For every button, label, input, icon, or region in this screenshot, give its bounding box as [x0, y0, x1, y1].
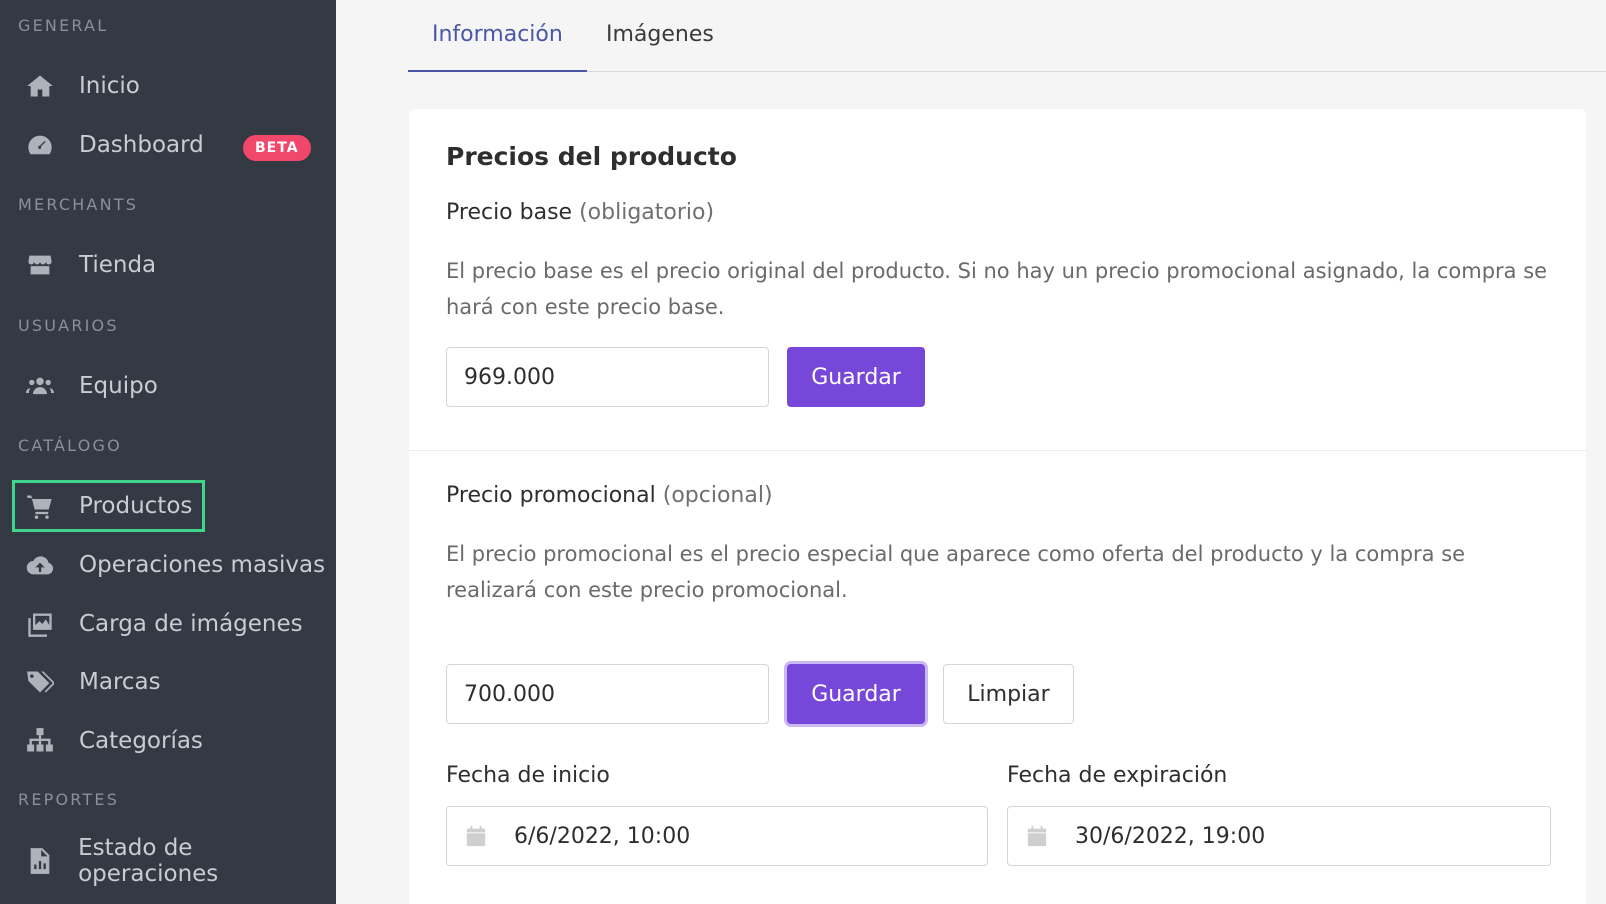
file-report-icon — [23, 844, 56, 878]
section-label-catalogo: CATÁLOGO — [18, 436, 122, 455]
sidebar-item-categorias[interactable]: Categorías — [12, 715, 206, 767]
sidebar-item-label: Equipo — [79, 373, 158, 399]
images-icon — [23, 607, 57, 641]
beta-badge: BETA — [243, 135, 311, 161]
promo-price-description: El precio promocional es el precio espec… — [446, 542, 1466, 602]
sidebar-item-operaciones-masivas[interactable]: Operaciones masivas — [12, 539, 328, 591]
tab-bar: Información Imágenes — [408, 0, 1606, 72]
save-base-price-button[interactable]: Guardar — [787, 347, 925, 407]
tags-icon — [23, 665, 57, 699]
cart-icon — [23, 489, 57, 523]
promo-price-qualifier: (opcional) — [662, 483, 773, 508]
users-icon — [23, 369, 57, 403]
sidebar-item-marcas[interactable]: Marcas — [12, 656, 164, 708]
sidebar-item-label: Tienda — [79, 252, 157, 278]
tab-informacion[interactable]: Información — [408, 22, 587, 72]
end-date-field[interactable]: 30/6/2022, 19:00 — [1007, 806, 1551, 866]
tab-imagenes[interactable]: Imágenes — [582, 22, 738, 72]
promo-price-label-text: Precio promocional — [446, 483, 656, 508]
card-title: Precios del producto — [446, 142, 737, 171]
section-label-general: GENERAL — [18, 16, 109, 35]
home-icon — [23, 69, 57, 103]
store-icon — [23, 248, 57, 282]
pricing-card: Precios del producto Precio base (obliga… — [409, 109, 1586, 904]
end-date-value: 30/6/2022, 19:00 — [1075, 823, 1266, 849]
sidebar: GENERAL Inicio Dashboard BETA MERCHANTS … — [0, 0, 336, 904]
base-price-qualifier: (obligatorio) — [579, 200, 715, 225]
sidebar-item-label: Productos — [79, 493, 193, 519]
sidebar-item-carga-imagenes[interactable]: Carga de imágenes — [12, 598, 306, 650]
base-price-label-text: Precio base — [446, 200, 573, 225]
sidebar-item-label: Carga de imágenes — [79, 611, 303, 637]
start-date-value: 6/6/2022, 10:00 — [514, 823, 691, 849]
sidebar-item-dashboard[interactable]: Dashboard — [12, 119, 207, 171]
clear-promo-price-button[interactable]: Limpiar — [943, 664, 1074, 724]
promo-price-input[interactable]: 700.000 — [446, 664, 769, 724]
sidebar-item-estado-operaciones[interactable]: Estado de operaciones — [12, 835, 336, 887]
calendar-icon — [1027, 825, 1047, 847]
sidebar-item-label: Operaciones masivas — [79, 552, 326, 578]
sidebar-item-inicio[interactable]: Inicio — [12, 60, 143, 112]
sidebar-item-tienda[interactable]: Tienda — [12, 239, 159, 291]
base-price-input[interactable]: 969.000 — [446, 347, 769, 407]
section-divider — [409, 450, 1586, 451]
base-price-description: El precio base es el precio original del… — [446, 259, 1548, 319]
start-date-label: Fecha de inicio — [446, 763, 610, 788]
sidebar-item-label: Marcas — [79, 669, 161, 695]
sidebar-item-label: Dashboard — [79, 132, 204, 158]
base-price-label: Precio base (obligatorio) — [446, 200, 714, 225]
sidebar-item-equipo[interactable]: Equipo — [12, 360, 161, 412]
start-date-field[interactable]: 6/6/2022, 10:00 — [446, 806, 988, 866]
end-date-label: Fecha de expiración — [1007, 763, 1228, 788]
section-label-usuarios: USUARIOS — [18, 316, 119, 335]
section-label-reportes: REPORTES — [18, 790, 120, 809]
promo-price-label: Precio promocional (opcional) — [446, 483, 773, 508]
sitemap-icon — [23, 724, 57, 758]
sidebar-item-label: Estado de operaciones — [78, 835, 219, 887]
section-label-merchants: MERCHANTS — [18, 195, 139, 214]
save-promo-price-button[interactable]: Guardar — [787, 664, 925, 724]
sidebar-item-label: Categorías — [79, 728, 203, 754]
gauge-icon — [23, 128, 57, 162]
calendar-icon — [466, 825, 486, 847]
sidebar-item-productos[interactable]: Productos — [12, 480, 206, 532]
cloud-upload-icon — [23, 548, 57, 582]
sidebar-item-label: Inicio — [79, 73, 140, 99]
